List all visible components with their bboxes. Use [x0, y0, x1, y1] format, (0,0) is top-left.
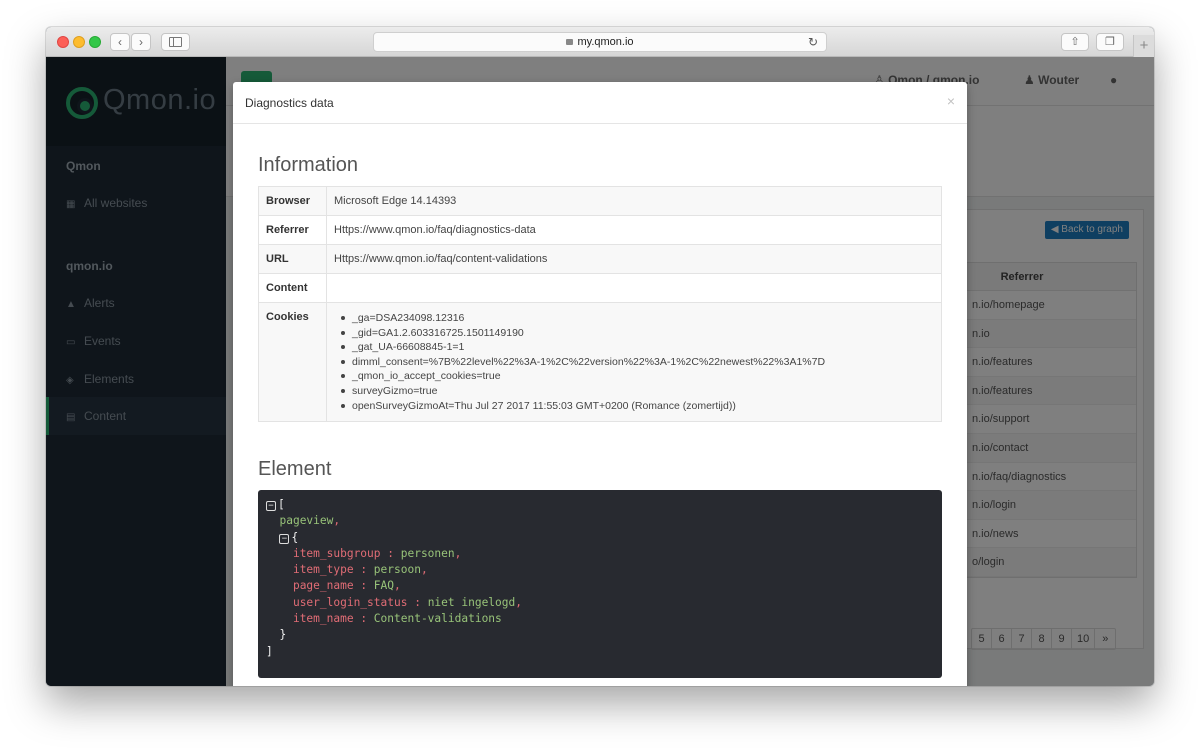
- sidebar-toggle-button[interactable]: [161, 33, 190, 51]
- diagnostics-modal: Diagnostics data × Information Browser M…: [233, 82, 967, 686]
- cookies-label: Cookies: [258, 301, 327, 423]
- list-item: _qmon_io_accept_cookies=true: [334, 369, 934, 384]
- new-tab-button[interactable]: +: [1133, 35, 1154, 57]
- cookies-list: _ga=DSA234098.12316 _gid=GA1.2.603316725…: [334, 311, 934, 413]
- forward-button[interactable]: ›: [131, 33, 151, 51]
- open-bracket: [: [278, 498, 285, 511]
- modal-header: Diagnostics data ×: [233, 82, 967, 124]
- browser-window: ‹ › my.qmon.io ↻ ⇧ ❐ + Qmon.io Qmon ▦All…: [46, 27, 1154, 686]
- element-heading: Element: [258, 458, 332, 480]
- json-value: Content-validations: [373, 612, 502, 626]
- sidebar-icon: [169, 37, 182, 47]
- browser-titlebar: ‹ › my.qmon.io ↻ ⇧ ❐ +: [46, 27, 1154, 57]
- json-value: FAQ: [373, 579, 395, 593]
- list-item: _ga=DSA234098.12316: [334, 311, 934, 326]
- browser-value: Microsoft Edge 14.14393: [326, 186, 942, 216]
- collapse-object-toggle[interactable]: −: [279, 533, 290, 544]
- list-item: surveyGizmo=true: [334, 384, 934, 399]
- lock-icon: [566, 39, 574, 45]
- share-icon: ⇧: [1070, 36, 1080, 48]
- url-label: URL: [258, 244, 327, 274]
- maximize-window-button[interactable]: [89, 36, 101, 48]
- share-button[interactable]: ⇧: [1061, 33, 1089, 51]
- chevron-left-icon: ‹: [118, 35, 122, 49]
- json-value: personen: [400, 546, 455, 560]
- close-window-button[interactable]: [57, 36, 69, 48]
- tabs-icon: ❐: [1105, 36, 1115, 48]
- close-bracket: ]: [266, 644, 273, 658]
- list-item: dimml_consent=%7B%22level%22%3A-1%2C%22v…: [334, 355, 934, 370]
- information-heading: Information: [258, 154, 359, 176]
- list-item: _gat_UA-66608845-1=1: [334, 340, 934, 355]
- list-item: openSurveyGizmoAt=Thu Jul 27 2017 11:55:…: [334, 399, 934, 414]
- modal-title: Diagnostics data: [245, 96, 334, 110]
- content-label: Content: [258, 273, 327, 303]
- element-json-viewer: −[ pageview, −{ item_subgroup : personen…: [258, 490, 942, 678]
- json-key: item_subgroup: [292, 546, 381, 560]
- close-icon[interactable]: ×: [947, 93, 955, 109]
- address-text: my.qmon.io: [577, 36, 634, 48]
- list-item: _gid=GA1.2.603316725.1501149190: [334, 326, 934, 341]
- app: Qmon.io Qmon ▦All websites qmon.io ▲Aler…: [46, 57, 1154, 686]
- tabs-overview-button[interactable]: ❐: [1096, 33, 1124, 51]
- open-brace: {: [291, 530, 299, 544]
- chevron-right-icon: ›: [139, 35, 143, 49]
- back-button[interactable]: ‹: [110, 33, 130, 51]
- information-table: Browser Microsoft Edge 14.14393 Referrer…: [258, 186, 942, 423]
- referrer-value: Https://www.qmon.io/faq/diagnostics-data: [326, 215, 942, 245]
- content-value: [326, 273, 942, 303]
- cookies-value: _ga=DSA234098.12316 _gid=GA1.2.603316725…: [326, 301, 942, 423]
- json-value: niet ingelogd: [427, 595, 516, 609]
- json-key: user_login_status: [292, 595, 408, 609]
- close-brace: }: [279, 628, 287, 642]
- json-value: persoon: [373, 563, 421, 577]
- table-row: URL Https://www.qmon.io/faq/content-vali…: [258, 244, 942, 274]
- minimize-window-button[interactable]: [73, 36, 85, 48]
- address-bar[interactable]: my.qmon.io ↻: [373, 32, 827, 52]
- url-value: Https://www.qmon.io/faq/content-validati…: [326, 244, 942, 274]
- json-key: page_name: [292, 579, 354, 593]
- json-key: item_type: [292, 563, 354, 577]
- browser-label: Browser: [258, 186, 327, 216]
- table-row: Cookies _ga=DSA234098.12316 _gid=GA1.2.6…: [258, 301, 942, 423]
- collapse-array-toggle[interactable]: −: [266, 501, 276, 511]
- json-key: item_name: [292, 612, 354, 626]
- table-row: Content: [258, 273, 942, 303]
- table-row: Browser Microsoft Edge 14.14393: [258, 186, 942, 216]
- referrer-label: Referrer: [258, 215, 327, 245]
- table-row: Referrer Https://www.qmon.io/faq/diagnos…: [258, 215, 942, 245]
- pageview-value: pageview: [279, 514, 334, 528]
- plus-icon: +: [1139, 37, 1149, 54]
- reload-icon[interactable]: ↻: [808, 33, 818, 51]
